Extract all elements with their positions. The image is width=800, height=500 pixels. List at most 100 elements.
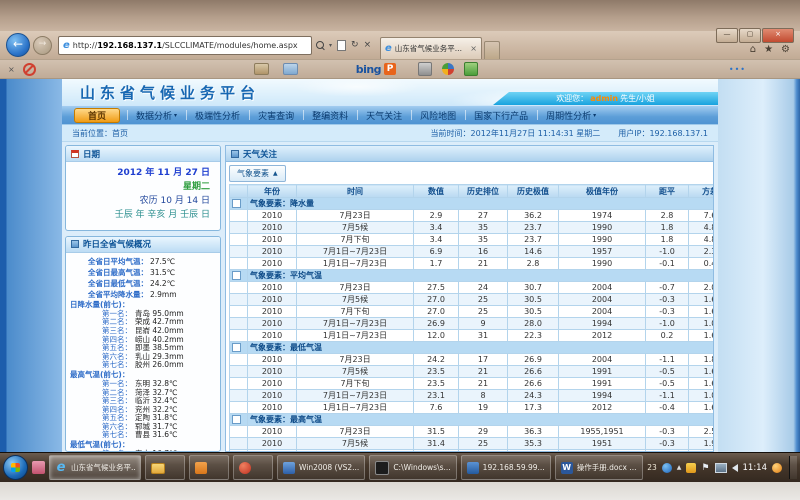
table-cell: -1.1 bbox=[646, 354, 689, 366]
remote-icon bbox=[467, 462, 479, 474]
tray-ime-icon[interactable] bbox=[686, 463, 696, 473]
addon-send-icon[interactable] bbox=[283, 63, 298, 75]
action-center-flag-icon[interactable]: ⚑ bbox=[701, 463, 709, 473]
table-cell: 7月1日~7月23日 bbox=[297, 390, 414, 402]
table-row: 20107月下旬23.52126.61991-0.51.6 bbox=[230, 378, 715, 390]
table-cell: 35 bbox=[459, 234, 508, 246]
menu-item-7[interactable]: 风险地图 bbox=[411, 106, 465, 124]
stat-value: 2.9mm bbox=[150, 289, 177, 300]
table-cell: 12.0 bbox=[414, 330, 459, 342]
table-cell: 19 bbox=[459, 402, 508, 414]
addon-close-icon[interactable]: × bbox=[8, 65, 15, 74]
table-cell: 31.4 bbox=[414, 450, 459, 453]
group-label: 气象要素：降水量 bbox=[248, 198, 715, 210]
menu-item-label: 周期性分析 bbox=[546, 109, 591, 122]
table-cell: 2010 bbox=[248, 366, 297, 378]
forward-button[interactable]: → bbox=[33, 36, 52, 55]
toolbar-share-icon[interactable] bbox=[464, 62, 478, 76]
browser-tab[interactable]: e 山东省气候业务平... × bbox=[380, 37, 482, 59]
overflow-dots-icon[interactable]: ••• bbox=[729, 65, 746, 74]
taskbar-window-2[interactable] bbox=[145, 455, 185, 480]
rank-item: 第七名：胶州 26.0mm bbox=[70, 361, 216, 370]
tray-expand-icon[interactable]: ▲ bbox=[677, 464, 682, 471]
tray-input-icon[interactable] bbox=[772, 463, 782, 473]
table-cell: 1月1日~7月23日 bbox=[297, 402, 414, 414]
network-icon[interactable] bbox=[715, 463, 727, 473]
search-icon[interactable] bbox=[316, 41, 324, 49]
climate-summary-panel: 昨日全省气候概况 全省日平均气温：27.5℃全省日最高气温：31.5℃全省日最低… bbox=[65, 236, 221, 452]
table-cell: 25 bbox=[459, 450, 508, 453]
checkbox[interactable] bbox=[232, 343, 241, 352]
menu-item-2[interactable]: 数据分析▾ bbox=[127, 106, 186, 124]
address-bar[interactable]: e http://192.168.137.1/SLCCLIMATE/module… bbox=[58, 36, 312, 55]
maximize-button[interactable]: ▢ bbox=[739, 28, 761, 43]
show-desktop-button[interactable] bbox=[789, 456, 797, 479]
table-cell: 1.6 bbox=[689, 306, 715, 318]
table-cell: 2.3 bbox=[689, 246, 715, 258]
close-button[interactable]: × bbox=[762, 28, 794, 43]
menu-item-label: 首页 bbox=[88, 109, 106, 122]
taskbar-window-1[interactable]: e山东省气候业务平... bbox=[49, 455, 141, 480]
tab-favicon: e bbox=[385, 43, 392, 54]
taskbar-window-7[interactable]: 192.168.59.99... bbox=[461, 455, 551, 480]
checkbox[interactable] bbox=[232, 199, 241, 208]
gear-icon[interactable]: ⚙ bbox=[781, 44, 790, 55]
favorites-star-icon[interactable]: ★ bbox=[764, 44, 773, 55]
chevron-down-icon[interactable]: ▾ bbox=[329, 42, 332, 49]
taskbar-window-3[interactable] bbox=[189, 455, 229, 480]
table-cell: 7月1日~7月23日 bbox=[297, 246, 414, 258]
taskbar-window-6[interactable]: C:\Windows\s... bbox=[369, 455, 456, 480]
tray-app-icon[interactable] bbox=[662, 463, 672, 473]
home-icon[interactable]: ⌂ bbox=[750, 44, 756, 55]
table-cell: -0.3 bbox=[646, 450, 689, 453]
menu-item-3[interactable]: 极端性分析 bbox=[186, 106, 249, 124]
table-cell: 1990 bbox=[559, 258, 646, 270]
stop-icon[interactable]: × bbox=[364, 40, 372, 50]
element-filter-button[interactable]: 气象要素 ▲ bbox=[229, 165, 286, 182]
bing-p-icon[interactable]: P bbox=[384, 63, 396, 75]
table-cell: 6.9 bbox=[414, 246, 459, 258]
table-cell: 7月23日 bbox=[297, 354, 414, 366]
toolbar-camera-icon[interactable] bbox=[418, 62, 432, 76]
addon-mail-icon[interactable] bbox=[254, 63, 269, 75]
minimize-button[interactable]: — bbox=[716, 28, 738, 43]
back-button[interactable]: ← bbox=[6, 33, 30, 57]
checkbox[interactable] bbox=[232, 271, 241, 280]
table-cell: 2010 bbox=[248, 426, 297, 438]
table-row: 20101月1日~7月23日1.7212.81990-0.10.4 bbox=[230, 258, 715, 270]
new-tab-button[interactable] bbox=[484, 41, 500, 59]
toolbar-pinwheel-icon[interactable] bbox=[442, 63, 454, 75]
rank-value: 胶州 26.0mm bbox=[135, 361, 184, 370]
taskbar-window-8[interactable]: W操作手册.docx ... bbox=[555, 455, 643, 480]
table-cell: 2.9 bbox=[414, 210, 459, 222]
menu-item-1[interactable]: 首页 bbox=[74, 108, 120, 123]
menu-item-8[interactable]: 国家下行产品 bbox=[465, 106, 537, 124]
taskbar-clock[interactable]: 11:14 bbox=[743, 463, 768, 473]
bing-logo[interactable]: bing bbox=[356, 63, 381, 76]
start-button[interactable] bbox=[3, 455, 28, 480]
table-header-7: 方差 bbox=[689, 185, 715, 198]
table-cell: 1994 bbox=[559, 318, 646, 330]
url-text[interactable]: http://192.168.137.1/SLCCLIMATE/modules/… bbox=[73, 41, 307, 50]
group-label: 气象要素：平均气温 bbox=[248, 270, 715, 282]
speaker-icon[interactable] bbox=[732, 464, 738, 472]
menu-item-5[interactable]: 整编资料 bbox=[303, 106, 357, 124]
table-cell: 23.5 bbox=[414, 366, 459, 378]
taskbar-window-4[interactable] bbox=[233, 455, 273, 480]
blocked-icon[interactable] bbox=[23, 63, 36, 76]
table-row: 20107月23日31.52936.31955,1951-0.32.5 bbox=[230, 426, 715, 438]
menu-item-9[interactable]: 周期性分析▾ bbox=[537, 106, 605, 124]
table-cell: 4.8 bbox=[689, 234, 715, 246]
rank-label: 第一名： bbox=[70, 450, 132, 452]
refresh-icon[interactable]: ↻ bbox=[351, 40, 359, 50]
quick-launch-icon[interactable] bbox=[32, 461, 45, 474]
checkbox[interactable] bbox=[232, 415, 241, 424]
table-cell: -0.5 bbox=[646, 378, 689, 390]
row-spacer-cell bbox=[230, 378, 248, 390]
tab-close-icon[interactable]: × bbox=[470, 44, 477, 53]
menu-item-6[interactable]: 天气关注 bbox=[357, 106, 411, 124]
taskbar-window-5[interactable]: Win2008 (VS2... bbox=[277, 455, 365, 480]
table-cell: 2004 bbox=[559, 306, 646, 318]
compatibility-view-icon[interactable] bbox=[337, 40, 346, 51]
menu-item-4[interactable]: 灾害查询 bbox=[249, 106, 303, 124]
